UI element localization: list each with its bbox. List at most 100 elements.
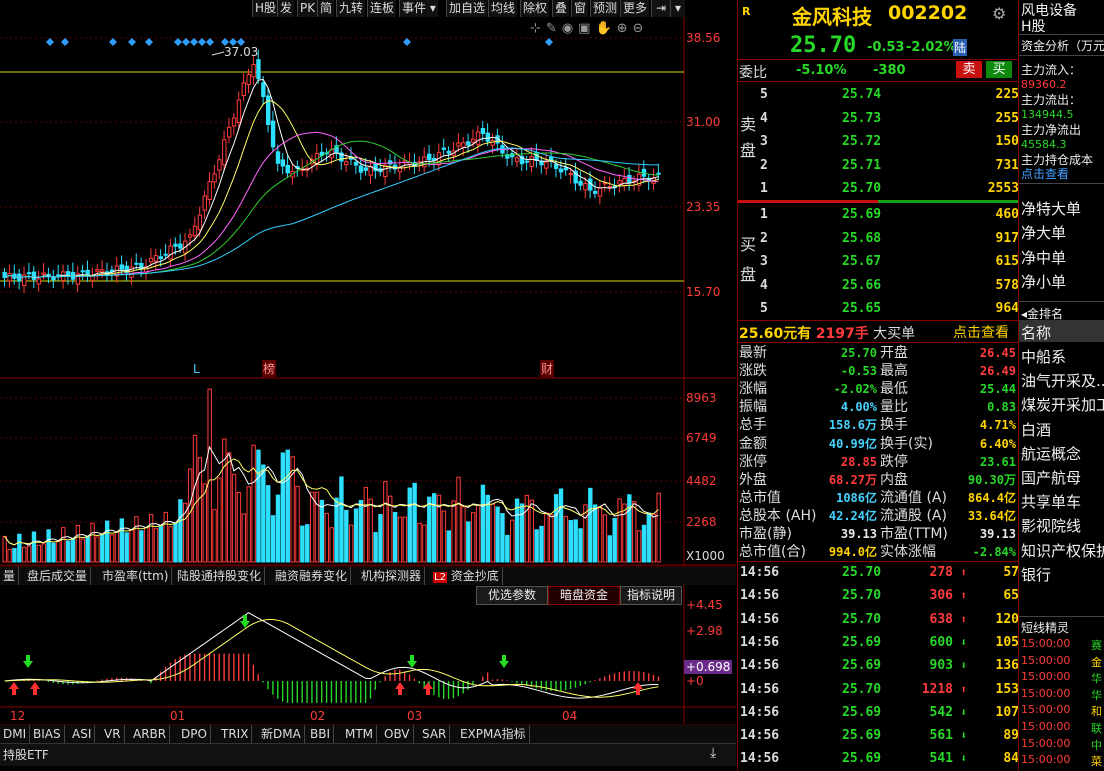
order-level-row[interactable]: 3 25.67 615 [738,252,1019,272]
date-axis-label: 03 [407,709,423,723]
big-order-label: 大买单 [873,326,916,342]
net-medium-order[interactable]: 净中单 [1021,247,1066,268]
arrow-down-icon: ⬇ [960,635,967,649]
order-level-row[interactable]: 2 25.71 731 [738,156,1019,176]
tick-row: 14:56 25.69 903 ⬇ 136 [738,656,1019,676]
volume-axis-label: 8963 [686,391,717,405]
short-line-stock[interactable]: 华 [1091,670,1102,686]
concept-rank-item[interactable]: 油气开采及... [1021,370,1104,391]
tab-pe-ttm[interactable]: 市盈率(ttm) [99,567,173,585]
sell-button[interactable]: 卖 [956,61,982,78]
tick-volume: 278 [929,565,953,580]
short-line-stock[interactable]: 中 [1091,737,1102,753]
concept-rank-item[interactable]: 共享单车 [1021,491,1081,512]
tab-trix[interactable]: TRIX [218,725,253,743]
short-line-stock[interactable]: 华 [1091,687,1102,703]
tab-asi[interactable]: ASI [69,725,96,743]
tab-hk-connect-holdings[interactable]: 陆股通持股变化 [174,567,266,585]
stat-label: 市盈(静) [739,526,792,542]
main-cost-link[interactable]: 点击查看 [1021,165,1069,182]
optimize-params-button[interactable]: 优选参数 [476,586,548,605]
stat-value: 25.70 [840,346,877,360]
tab-arbr[interactable]: ARBR [130,725,171,743]
settings-gear-icon[interactable]: ⚙ [992,4,1006,23]
concept-rank-item[interactable]: 中船系 [1021,346,1066,367]
big-order-row: 25.60元有 2197手 大买单 [739,323,915,343]
h-share-label[interactable]: H股 [1021,16,1046,36]
buy-button[interactable]: 买 [986,61,1012,78]
tab-after-hours-volume[interactable]: 盘后成交量 [24,567,92,585]
short-line-time: 15:00:00 [1021,720,1071,733]
tab-mtm[interactable]: MTM [342,725,378,743]
kline-chart-panel[interactable]: H股 发 PK 简 九转 连板 事件 ▾ 加自选 均线 除权 叠 窗 预测 更多… [0,0,736,771]
short-line-title[interactable]: 短线精灵 [1021,619,1069,636]
side-info-panel: 风电设备 H股 资金分析（万元 主力流入： 89360.2 主力流出： 1349… [1018,0,1104,771]
event-marker-l[interactable]: L [193,362,200,376]
concept-rank-item[interactable]: 航运概念 [1021,443,1081,464]
order-level-volume: 578 [995,277,1019,293]
order-level-row[interactable]: 2 25.68 917 [738,229,1019,249]
stat-value: 40.99亿 [828,436,877,451]
tab-sar[interactable]: SAR [419,725,451,743]
short-line-stock[interactable]: 菜 [1091,753,1102,769]
order-level-row[interactable]: 5 25.74 225 [738,85,1019,105]
tab-dpo[interactable]: DPO [178,725,211,743]
event-marker-cai[interactable]: 财 [540,360,555,377]
dark-pool-fund-button[interactable]: 暗盘资金 [548,586,620,605]
event-marker-bang[interactable]: 榜 [262,360,277,377]
stat-label: 流通股 (A) [880,507,947,524]
concept-rank-item[interactable]: 知识产权保护 [1021,540,1104,561]
short-line-stock[interactable]: 赛 [1091,637,1102,653]
concept-rank-item[interactable]: 煤炭开采加工 [1021,394,1104,415]
order-level-row[interactable]: 1 25.69 460 [738,205,1019,225]
tab-new-dma[interactable]: 新DMA [258,725,305,743]
concept-rank-item[interactable]: 白酒 [1021,419,1051,440]
tab-institution-detector[interactable]: 机构探测器 [358,567,426,585]
order-level-row[interactable]: 3 25.72 150 [738,132,1019,152]
download-icon[interactable]: ⤓ [710,745,716,761]
short-line-stock[interactable]: 联 [1091,720,1102,736]
tab-expma[interactable]: EXPMA指标 [457,725,530,743]
main-outflow-value: 134944.5 [1021,108,1074,121]
tick-count: 136 [995,658,1019,674]
net-small-order[interactable]: 净小单 [1021,271,1066,292]
indicator-help-button[interactable]: 指标说明 [620,586,682,605]
order-level-row[interactable]: 1 25.70 2553 [738,179,1019,199]
tab-bbi[interactable]: BBI [307,725,335,743]
stat-label: 最新 [739,345,767,361]
stat-value: 1086亿 [836,490,877,505]
short-line-stock[interactable]: 金 [1091,654,1102,670]
rank-title-label: 金排名 [1027,307,1064,321]
tab-margin-trading[interactable]: 融资融券变化 [272,567,352,585]
volume-axis-label: 6749 [686,431,717,445]
tick-time: 14:56 [740,751,780,767]
big-order-price: 25.60元有 [739,326,812,342]
short-line-stock[interactable]: 和 [1091,703,1102,719]
tab-capital-bottom[interactable]: L2 资金抄底 [430,567,503,585]
arrow-up-icon: ⬆ [960,682,967,696]
net-large-order[interactable]: 净大单 [1021,222,1066,243]
order-level-price: 25.67 [842,254,882,269]
main-net-outflow-label: 主力净流出 [1021,123,1082,137]
stat-label: 振幅 [739,399,767,416]
tab-vr[interactable]: VR [101,725,125,743]
macd-axis-label: +4.45 [686,598,723,612]
big-order-volume: 2197手 [815,326,869,342]
tab-bias[interactable]: BIAS [30,725,65,743]
tab-dmi[interactable]: DMI [0,725,31,743]
net-super-large-order[interactable]: 净特大单 [1021,198,1081,219]
etf-holdings-label[interactable]: 持股ETF [3,746,49,763]
tab-volume[interactable]: 量 [0,567,20,585]
concept-rank-item[interactable]: 影视院线 [1021,515,1081,536]
big-order-link[interactable]: 点击查看 [953,322,1009,342]
tick-count: 120 [995,611,1019,627]
order-level-number: 1 [760,181,768,196]
tick-time: 14:56 [740,728,780,744]
order-level-row[interactable]: 4 25.66 578 [738,276,1019,296]
tick-count: 105 [995,634,1019,650]
order-level-row[interactable]: 5 25.65 964 [738,299,1019,319]
order-level-row[interactable]: 4 25.73 255 [738,109,1019,129]
concept-rank-item[interactable]: 银行 [1021,564,1051,585]
tab-obv[interactable]: OBV [381,725,414,743]
concept-rank-item[interactable]: 国产航母 [1021,467,1081,488]
